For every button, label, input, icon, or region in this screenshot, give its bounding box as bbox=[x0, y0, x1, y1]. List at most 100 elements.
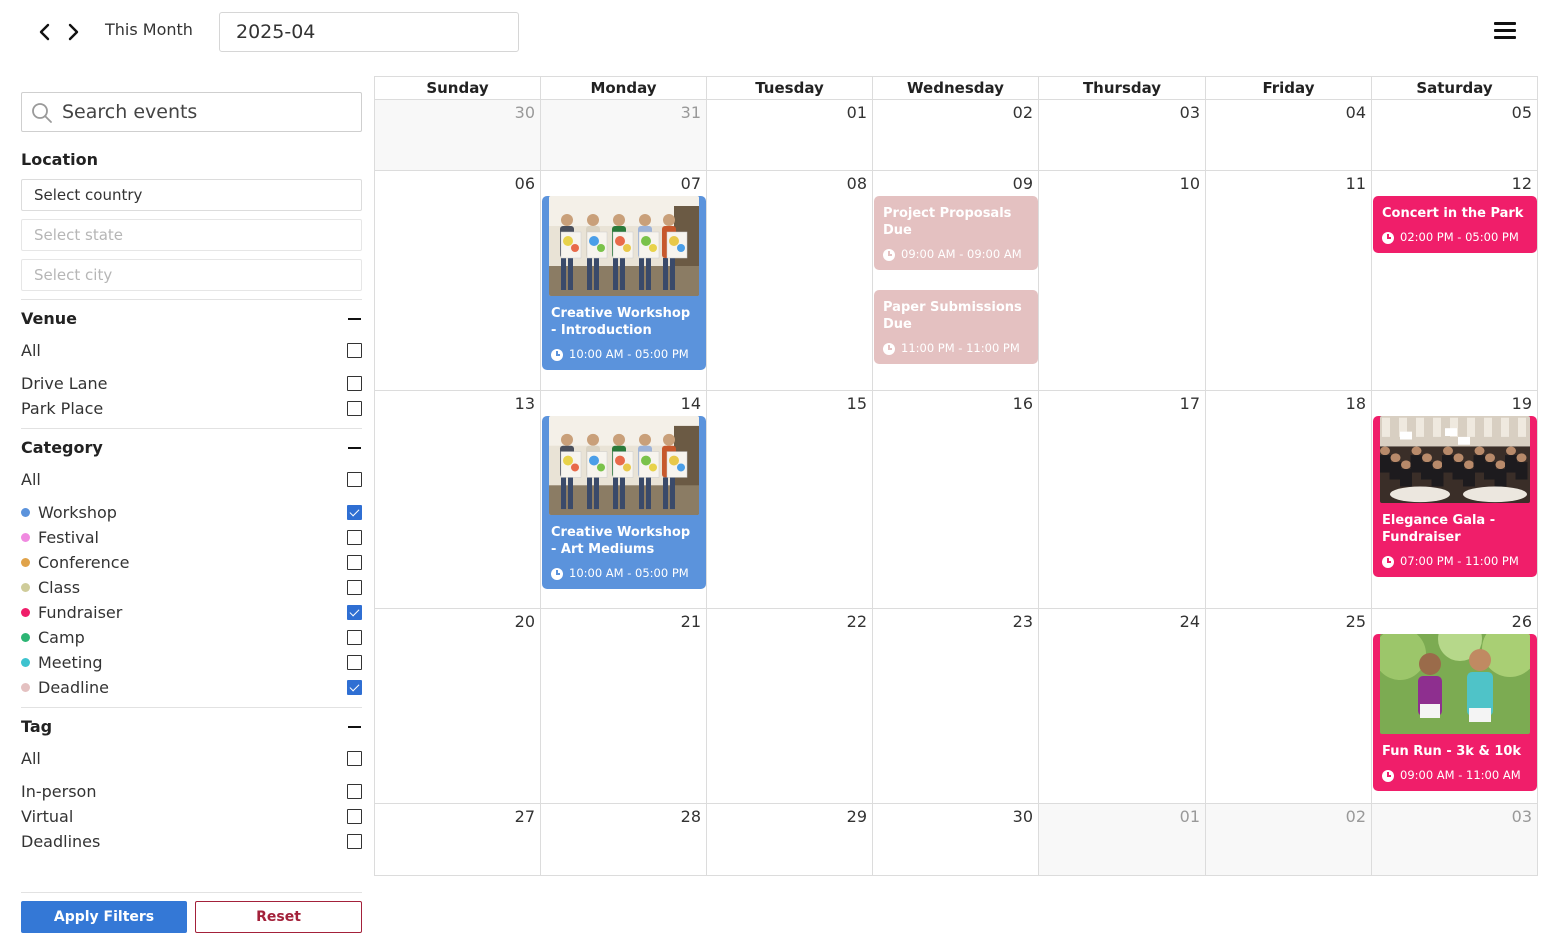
this-month-button[interactable]: This Month bbox=[105, 20, 193, 39]
calendar-event[interactable]: Paper Submissions Due 11:00 PM - 11:00 PM bbox=[874, 290, 1038, 364]
day-cell[interactable]: 23 bbox=[873, 609, 1039, 804]
day-cell[interactable]: 29 bbox=[707, 804, 873, 876]
venue-checkbox[interactable] bbox=[347, 401, 362, 416]
event-time: 11:00 PM - 11:00 PM bbox=[883, 341, 1029, 356]
apply-filters-button[interactable]: Apply Filters bbox=[21, 901, 187, 933]
tag-checkbox[interactable] bbox=[347, 809, 362, 824]
category-all-option[interactable]: All bbox=[21, 470, 362, 495]
tag-checkbox[interactable] bbox=[347, 834, 362, 849]
search-input[interactable] bbox=[62, 93, 357, 131]
day-cell[interactable]: 28 bbox=[541, 804, 707, 876]
calendar-event[interactable]: Creative Workshop - Art Mediums 10:00 AM … bbox=[542, 416, 706, 589]
category-checkbox[interactable] bbox=[347, 555, 362, 570]
category-header: Category bbox=[21, 438, 362, 460]
day-cell[interactable]: 22 bbox=[707, 609, 873, 804]
calendar-event[interactable]: Fun Run - 3k & 10k 09:00 AM - 11:00 AM bbox=[1373, 634, 1537, 791]
day-number: 09 bbox=[1012, 174, 1033, 193]
clock-icon bbox=[1382, 556, 1394, 568]
day-number: 02 bbox=[1345, 807, 1366, 826]
category-option[interactable]: Class bbox=[21, 578, 362, 603]
day-cell[interactable]: 02 bbox=[873, 100, 1039, 171]
venue-all-option[interactable]: All bbox=[21, 341, 362, 366]
month-input[interactable] bbox=[219, 12, 519, 52]
event-title: Project Proposals Due bbox=[883, 206, 1012, 238]
category-checkbox[interactable] bbox=[347, 655, 362, 670]
event-title: Elegance Gala - Fundraiser bbox=[1382, 513, 1496, 545]
day-cell[interactable]: 16 bbox=[873, 391, 1039, 609]
category-option[interactable]: Deadline bbox=[21, 678, 362, 703]
day-cell[interactable]: 20 bbox=[375, 609, 541, 804]
day-cell[interactable]: 15 bbox=[707, 391, 873, 609]
category-collapse-icon[interactable] bbox=[348, 447, 361, 449]
day-cell[interactable]: 11 bbox=[1206, 171, 1372, 391]
category-color-dot bbox=[21, 583, 30, 592]
tag-option[interactable]: In-person bbox=[21, 782, 362, 807]
day-cell[interactable]: 03 bbox=[1372, 804, 1538, 876]
event-time: 09:00 AM - 09:00 AM bbox=[883, 247, 1029, 262]
day-cell[interactable]: 10 bbox=[1039, 171, 1206, 391]
day-cell[interactable]: 25 bbox=[1206, 609, 1372, 804]
venue-collapse-icon[interactable] bbox=[348, 318, 361, 320]
day-cell[interactable]: 13 bbox=[375, 391, 541, 609]
category-checkbox[interactable] bbox=[347, 680, 362, 695]
category-color-dot bbox=[21, 558, 30, 567]
tag-option[interactable]: Virtual bbox=[21, 807, 362, 832]
venue-all-checkbox[interactable] bbox=[347, 343, 362, 358]
calendar-event[interactable]: Project Proposals Due 09:00 AM - 09:00 AM bbox=[874, 196, 1038, 270]
event-time-text: 10:00 AM - 05:00 PM bbox=[569, 566, 689, 580]
day-number: 07 bbox=[680, 174, 701, 193]
option-label: Festival bbox=[38, 528, 99, 547]
tag-checkbox[interactable] bbox=[347, 784, 362, 799]
category-option[interactable]: Meeting bbox=[21, 653, 362, 678]
venue-checkbox[interactable] bbox=[347, 376, 362, 391]
category-option[interactable]: Camp bbox=[21, 628, 362, 653]
tag-all-option[interactable]: All bbox=[21, 749, 362, 774]
option-label: All bbox=[21, 470, 41, 489]
day-cell[interactable]: 17 bbox=[1039, 391, 1206, 609]
category-option[interactable]: Conference bbox=[21, 553, 362, 578]
category-color-dot bbox=[21, 633, 30, 642]
day-cell[interactable]: 24 bbox=[1039, 609, 1206, 804]
hamburger-menu-icon[interactable] bbox=[1494, 22, 1516, 42]
category-option[interactable]: Fundraiser bbox=[21, 603, 362, 628]
day-cell[interactable]: 01 bbox=[1039, 804, 1206, 876]
city-select[interactable]: Select city bbox=[21, 259, 362, 291]
tag-collapse-icon[interactable] bbox=[348, 726, 361, 728]
venue-option[interactable]: Drive Lane bbox=[21, 374, 362, 399]
day-cell[interactable]: 05 bbox=[1372, 100, 1538, 171]
weekday-header: Wednesday bbox=[873, 77, 1039, 100]
day-cell[interactable]: 18 bbox=[1206, 391, 1372, 609]
tag-all-checkbox[interactable] bbox=[347, 751, 362, 766]
calendar-event[interactable]: Elegance Gala - Fundraiser 07:00 PM - 11:… bbox=[1373, 416, 1537, 577]
day-cell[interactable]: 04 bbox=[1206, 100, 1372, 171]
day-cell[interactable]: 06 bbox=[375, 171, 541, 391]
event-image bbox=[1380, 634, 1530, 734]
category-option[interactable]: Festival bbox=[21, 528, 362, 553]
day-cell[interactable]: 27 bbox=[375, 804, 541, 876]
day-cell[interactable]: 30 bbox=[873, 804, 1039, 876]
category-checkbox[interactable] bbox=[347, 605, 362, 620]
country-select[interactable]: Select country bbox=[21, 179, 362, 211]
reset-button[interactable]: Reset bbox=[195, 901, 362, 933]
next-month-button[interactable] bbox=[61, 18, 85, 46]
day-cell[interactable]: 08 bbox=[707, 171, 873, 391]
day-cell[interactable]: 21 bbox=[541, 609, 707, 804]
category-checkbox[interactable] bbox=[347, 530, 362, 545]
category-checkbox[interactable] bbox=[347, 580, 362, 595]
state-select[interactable]: Select state bbox=[21, 219, 362, 251]
category-checkbox[interactable] bbox=[347, 505, 362, 520]
category-option[interactable]: Workshop bbox=[21, 503, 362, 528]
tag-option[interactable]: Deadlines bbox=[21, 832, 362, 857]
category-checkbox[interactable] bbox=[347, 630, 362, 645]
day-cell[interactable]: 02 bbox=[1206, 804, 1372, 876]
venue-option[interactable]: Park Place bbox=[21, 399, 362, 424]
day-cell[interactable]: 03 bbox=[1039, 100, 1206, 171]
prev-month-button[interactable] bbox=[33, 18, 57, 46]
day-cell[interactable]: 30 bbox=[375, 100, 541, 171]
calendar-event[interactable]: Concert in the Park 02:00 PM - 05:00 PM bbox=[1373, 196, 1537, 253]
day-cell[interactable]: 01 bbox=[707, 100, 873, 171]
option-label: All bbox=[21, 341, 41, 360]
category-all-checkbox[interactable] bbox=[347, 472, 362, 487]
calendar-event[interactable]: Creative Workshop - Introduction 10:00 AM… bbox=[542, 196, 706, 370]
day-cell[interactable]: 31 bbox=[541, 100, 707, 171]
